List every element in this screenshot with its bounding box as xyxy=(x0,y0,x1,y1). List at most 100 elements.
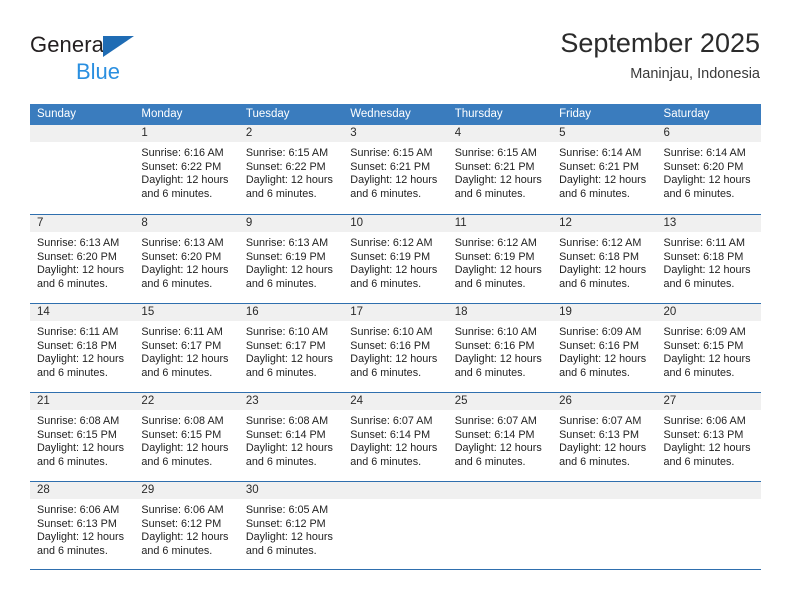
calendar-day-cell-empty xyxy=(656,482,761,569)
day-details: Sunrise: 6:11 AM Sunset: 6:18 PM Daylight:… xyxy=(657,232,761,291)
sunrise-text: Sunrise: 6:08 AM xyxy=(141,415,224,427)
sunset-text: Sunset: 6:19 PM xyxy=(245,250,326,263)
calendar-day-cell-empty xyxy=(552,482,657,569)
day-number: 10 xyxy=(343,215,448,232)
sunrise-text: Sunrise: 6:11 AM xyxy=(663,237,745,249)
general-blue-logo[interactable]: General Blue xyxy=(30,32,180,84)
calendar-day-cell[interactable]: 8 Sunrise: 6:13 AM Sunset: 6:20 PM Daylight… xyxy=(134,215,239,303)
calendar-day-cell[interactable]: 28 Sunrise: 6:06 AM Sunset: 6:13 PM Dayligh… xyxy=(30,482,135,569)
calendar-day-cell[interactable]: 19 Sunrise: 6:09 AM Sunset: 6:16 PM Dayligh… xyxy=(552,304,657,392)
calendar-day-cell[interactable]: 3 Sunrise: 6:15 AM Sunset: 6:21 PM Daylight… xyxy=(343,125,448,214)
sunrise-text: Sunrise: 6:09 AM xyxy=(663,326,746,338)
daylight-text: Daylight: 12 hours xyxy=(454,353,542,366)
daylight-text: Daylight: 12 hours xyxy=(37,442,125,455)
calendar-day-cell[interactable]: 7 Sunrise: 6:13 AM Sunset: 6:20 PM Daylight… xyxy=(30,215,135,303)
daylight-text: and 6 minutes. xyxy=(454,187,526,200)
location-subtitle: Maninjau, Indonesia xyxy=(630,66,760,82)
calendar-day-cell[interactable]: 2 Sunrise: 6:15 AM Sunset: 6:22 PM Daylight… xyxy=(238,125,344,214)
day-number: 2 xyxy=(238,125,344,142)
weekday-header-wednesday: Wednesday xyxy=(350,108,411,120)
day-number xyxy=(552,482,657,499)
calendar-day-cell[interactable]: 30 Sunrise: 6:05 AM Sunset: 6:12 PM Dayligh… xyxy=(238,482,344,569)
brand-text-general: General xyxy=(30,32,109,57)
sunrise-text: Sunrise: 6:06 AM xyxy=(141,504,224,516)
calendar-grid: Sunday Monday Tuesday Wednesday Thursday Frid… xyxy=(30,104,761,570)
daylight-text: Daylight: 12 hours xyxy=(37,353,125,366)
calendar-day-cell[interactable]: 12 Sunrise: 6:12 AM Sunset: 6:18 PM Dayligh… xyxy=(552,215,657,303)
sunset-text: Sunset: 6:15 PM xyxy=(663,339,744,352)
daylight-text: Daylight: 12 hours xyxy=(141,264,229,277)
daylight-text: and 6 minutes. xyxy=(559,277,630,290)
day-number: 11 xyxy=(447,215,553,232)
calendar-day-cell[interactable]: 25 Sunrise: 6:07 AM Sunset: 6:14 PM Dayligh… xyxy=(447,393,553,481)
daylight-text: and 6 minutes. xyxy=(141,277,213,290)
day-details: Sunrise: 6:09 AM Sunset: 6:15 PM Daylight:… xyxy=(657,321,761,380)
calendar-day-cell[interactable]: 27 Sunrise: 6:06 AM Sunset: 6:13 PM Dayligh… xyxy=(656,393,761,481)
daylight-text: and 6 minutes. xyxy=(454,277,526,290)
weekday-header-monday: Monday xyxy=(141,108,183,120)
sunrise-text: Sunrise: 6:07 AM xyxy=(350,415,433,427)
calendar-day-cell[interactable]: 29 Sunrise: 6:06 AM Sunset: 6:12 PM Dayligh… xyxy=(134,482,239,569)
calendar-day-cell[interactable]: 9 Sunrise: 6:13 AM Sunset: 6:19 PM Daylight… xyxy=(238,215,344,303)
calendar-week-row: 7 Sunrise: 6:13 AM Sunset: 6:20 PM Daylight… xyxy=(30,214,761,303)
weekday-header-friday: Friday xyxy=(559,108,592,120)
sunset-text: Sunset: 6:15 PM xyxy=(37,428,117,441)
calendar-day-cell[interactable]: 10 Sunrise: 6:12 AM Sunset: 6:19 PM Dayligh… xyxy=(343,215,448,303)
daylight-text: Daylight: 12 hours xyxy=(141,442,229,455)
daylight-text: and 6 minutes. xyxy=(350,366,422,379)
sunset-text: Sunset: 6:18 PM xyxy=(663,250,744,263)
calendar-day-cell[interactable]: 21 Sunrise: 6:08 AM Sunset: 6:15 PM Dayligh… xyxy=(30,393,135,481)
daylight-text: Daylight: 12 hours xyxy=(454,264,542,277)
sunrise-text: Sunrise: 6:10 AM xyxy=(350,326,433,338)
daylight-text: and 6 minutes. xyxy=(663,277,735,290)
daylight-text: and 6 minutes. xyxy=(454,366,526,379)
calendar-day-cell[interactable]: 13 Sunrise: 6:11 AM Sunset: 6:18 PM Dayligh… xyxy=(656,215,761,303)
day-number: 21 xyxy=(30,393,135,410)
day-number xyxy=(447,482,553,499)
daylight-text: Daylight: 12 hours xyxy=(245,531,333,544)
calendar-week-row: 21 Sunrise: 6:08 AM Sunset: 6:15 PM Dayligh… xyxy=(30,392,761,481)
sunset-text: Sunset: 6:19 PM xyxy=(454,250,535,263)
sunrise-text: Sunrise: 6:15 AM xyxy=(350,147,433,159)
calendar-day-cell[interactable]: 18 Sunrise: 6:10 AM Sunset: 6:16 PM Dayligh… xyxy=(447,304,553,392)
day-details: Sunrise: 6:05 AM Sunset: 6:12 PM Daylight:… xyxy=(239,499,343,558)
day-details: Sunrise: 6:10 AM Sunset: 6:16 PM Daylight:… xyxy=(448,321,552,380)
calendar-day-cell[interactable]: 1 Sunrise: 6:16 AM Sunset: 6:22 PM Daylight… xyxy=(134,125,239,214)
calendar-day-cell[interactable]: 17 Sunrise: 6:10 AM Sunset: 6:16 PM Dayligh… xyxy=(343,304,448,392)
sunset-text: Sunset: 6:12 PM xyxy=(245,517,326,530)
calendar-day-cell[interactable]: 6 Sunrise: 6:14 AM Sunset: 6:20 PM Daylight… xyxy=(656,125,761,214)
day-details: Sunrise: 6:11 AM Sunset: 6:17 PM Daylight:… xyxy=(134,321,238,380)
sunset-text: Sunset: 6:12 PM xyxy=(141,517,222,530)
weekday-header-saturday: Saturday xyxy=(663,108,710,120)
calendar-day-cell[interactable]: 22 Sunrise: 6:08 AM Sunset: 6:15 PM Dayligh… xyxy=(134,393,239,481)
calendar-day-cell[interactable]: 15 Sunrise: 6:11 AM Sunset: 6:17 PM Dayligh… xyxy=(134,304,239,392)
day-number: 15 xyxy=(134,304,239,321)
daylight-text: Daylight: 12 hours xyxy=(141,174,229,187)
sunrise-text: Sunrise: 6:12 AM xyxy=(454,237,537,249)
sunset-text: Sunset: 6:16 PM xyxy=(559,339,639,352)
day-number: 25 xyxy=(447,393,553,410)
daylight-text: and 6 minutes. xyxy=(37,277,108,290)
sunset-text: Sunset: 6:17 PM xyxy=(245,339,326,352)
calendar-day-cell[interactable]: 16 Sunrise: 6:10 AM Sunset: 6:17 PM Dayligh… xyxy=(238,304,344,392)
daylight-text: Daylight: 12 hours xyxy=(454,442,542,455)
calendar-day-cell[interactable]: 14 Sunrise: 6:11 AM Sunset: 6:18 PM Dayligh… xyxy=(30,304,135,392)
calendar-day-cell[interactable]: 11 Sunrise: 6:12 AM Sunset: 6:19 PM Dayligh… xyxy=(447,215,553,303)
calendar-day-cell[interactable]: 23 Sunrise: 6:08 AM Sunset: 6:14 PM Dayligh… xyxy=(238,393,344,481)
day-number: 24 xyxy=(343,393,448,410)
calendar-day-cell-empty xyxy=(447,482,553,569)
calendar-day-cell[interactable]: 24 Sunrise: 6:07 AM Sunset: 6:14 PM Dayligh… xyxy=(343,393,448,481)
calendar-day-cell[interactable]: 5 Sunrise: 6:14 AM Sunset: 6:21 PM Daylight… xyxy=(552,125,657,214)
day-number: 19 xyxy=(552,304,657,321)
page-title: September 2025 xyxy=(560,28,760,58)
daylight-text: Daylight: 12 hours xyxy=(663,264,751,277)
sunrise-text: Sunrise: 6:07 AM xyxy=(454,415,537,427)
calendar-day-cell[interactable]: 26 Sunrise: 6:07 AM Sunset: 6:13 PM Dayligh… xyxy=(552,393,657,481)
day-details: Sunrise: 6:06 AM Sunset: 6:13 PM Daylight:… xyxy=(657,410,761,469)
daylight-text: Daylight: 12 hours xyxy=(350,353,438,366)
calendar-day-cell[interactable]: 20 Sunrise: 6:09 AM Sunset: 6:15 PM Dayligh… xyxy=(656,304,761,392)
calendar-day-cell[interactable]: 4 Sunrise: 6:15 AM Sunset: 6:21 PM Daylight… xyxy=(447,125,553,214)
day-number: 4 xyxy=(447,125,553,142)
day-details: Sunrise: 6:16 AM Sunset: 6:22 PM Daylight:… xyxy=(134,142,238,201)
sunrise-text: Sunrise: 6:10 AM xyxy=(454,326,537,338)
